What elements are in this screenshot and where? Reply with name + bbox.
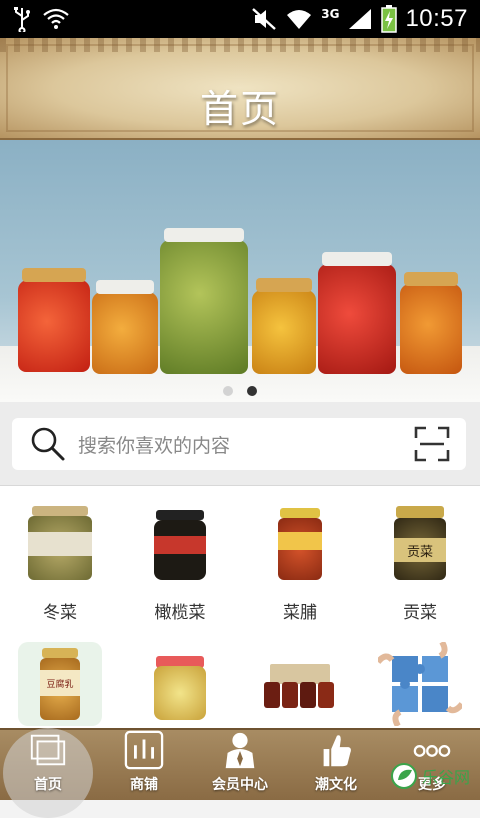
carousel-dot-1[interactable] bbox=[223, 386, 233, 396]
jar-label-text: 贡菜 bbox=[394, 538, 446, 562]
tab-culture[interactable]: 潮文化 bbox=[288, 730, 384, 800]
home-pages-icon bbox=[27, 730, 69, 770]
mute-icon bbox=[251, 7, 277, 31]
jar-mango bbox=[252, 290, 316, 374]
category-item-dongcai[interactable]: 冬菜 bbox=[0, 502, 120, 623]
wifi-icon bbox=[285, 7, 313, 31]
category-label: 菜脯 bbox=[240, 598, 360, 623]
jar-tomato bbox=[318, 264, 396, 374]
search-section: 搜索你喜欢的内容 bbox=[0, 402, 480, 486]
product-image-jar bbox=[18, 502, 102, 586]
product-image-jar bbox=[138, 502, 222, 586]
jar-cucumber bbox=[160, 240, 248, 374]
clock: 10:57 bbox=[405, 5, 468, 33]
scan-icon[interactable] bbox=[414, 426, 450, 462]
product-image-jar: 豆腐乳 bbox=[18, 642, 102, 726]
tab-member-center[interactable]: 会员中心 bbox=[192, 730, 288, 800]
watermark: 乐谷网 bbox=[390, 762, 470, 790]
category-label: 贡菜 bbox=[360, 598, 480, 623]
battery-charging-icon bbox=[381, 5, 397, 33]
category-item-5[interactable]: 豆腐乳 bbox=[0, 642, 120, 738]
category-item-8[interactable] bbox=[360, 642, 480, 738]
puzzle-icon bbox=[378, 642, 462, 726]
watermark-text: 乐谷网 bbox=[422, 764, 470, 788]
category-label: 橄榄菜 bbox=[120, 598, 240, 623]
category-item-6[interactable] bbox=[120, 642, 240, 738]
search-input[interactable]: 搜索你喜欢的内容 bbox=[12, 418, 466, 470]
product-image-jar bbox=[258, 502, 342, 586]
tab-label: 商铺 bbox=[130, 774, 158, 794]
product-image-giftset bbox=[258, 642, 342, 726]
tab-home[interactable]: 首页 bbox=[0, 730, 96, 800]
shop-bars-icon bbox=[123, 730, 165, 770]
status-bar: 3G 10:57 bbox=[0, 0, 480, 38]
jar-pepper bbox=[400, 284, 462, 374]
search-icon[interactable] bbox=[28, 424, 68, 464]
page-title: 首页 bbox=[0, 78, 480, 133]
signal-icon bbox=[347, 7, 373, 31]
usb-icon bbox=[12, 6, 32, 32]
leaf-logo-icon bbox=[390, 762, 418, 790]
category-item-ganlancai[interactable]: 橄榄菜 bbox=[120, 502, 240, 623]
puzzle-image bbox=[378, 642, 462, 726]
carousel-indicator bbox=[0, 386, 480, 396]
category-grid: 冬菜 橄榄菜 菜脯 贡菜 贡菜 豆腐乳 bbox=[0, 486, 480, 728]
wifi-question-icon bbox=[42, 7, 70, 31]
jar-chili bbox=[18, 280, 90, 372]
app-header: 首页 bbox=[0, 38, 480, 140]
product-image-jar bbox=[138, 642, 222, 726]
category-item-gongcai[interactable]: 贡菜 贡菜 bbox=[360, 502, 480, 623]
category-item-7[interactable] bbox=[240, 642, 360, 738]
search-placeholder: 搜索你喜欢的内容 bbox=[78, 431, 414, 458]
tab-label: 潮文化 bbox=[315, 774, 357, 794]
product-image-jar: 贡菜 bbox=[378, 502, 462, 586]
category-item-caifu[interactable]: 菜脯 bbox=[240, 502, 360, 623]
carousel-dot-2[interactable] bbox=[247, 386, 257, 396]
jar-peach bbox=[92, 292, 158, 374]
member-icon bbox=[219, 730, 261, 770]
tab-shop[interactable]: 商铺 bbox=[96, 730, 192, 800]
category-label: 冬菜 bbox=[0, 598, 120, 623]
tab-label: 会员中心 bbox=[212, 774, 268, 794]
jar-label-text: 豆腐乳 bbox=[40, 670, 80, 696]
tab-label: 首页 bbox=[34, 774, 62, 794]
network-type: 3G bbox=[321, 7, 339, 21]
promo-banner[interactable] bbox=[0, 140, 480, 402]
thumbs-up-icon bbox=[315, 730, 357, 770]
